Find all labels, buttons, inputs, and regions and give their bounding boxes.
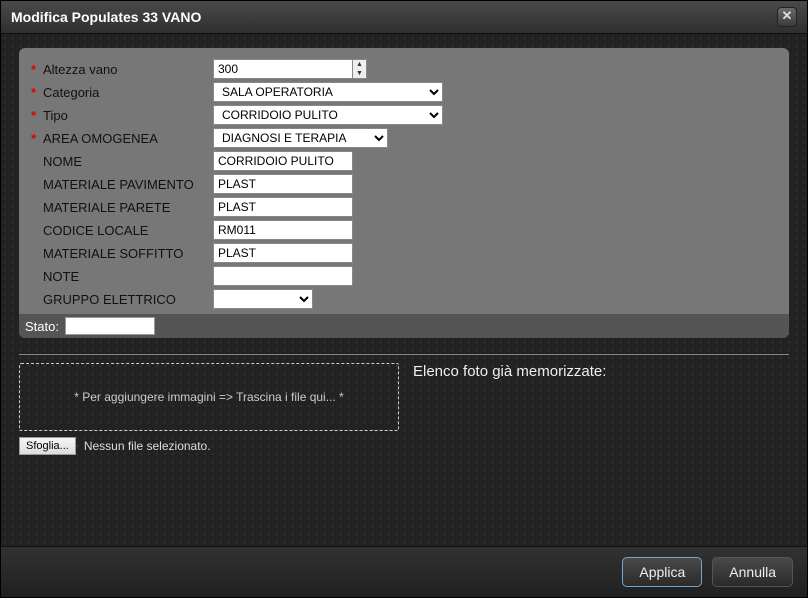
spinner-down-icon[interactable]: ▼ [353, 69, 366, 78]
photo-list: Elenco foto già memorizzate: [413, 363, 606, 455]
close-button[interactable]: ✕ [777, 7, 797, 27]
input-nome[interactable] [213, 151, 353, 171]
input-altezza[interactable] [213, 59, 353, 79]
row-codice: CODICE LOCALE [31, 219, 777, 241]
label-altezza: Altezza vano [43, 62, 213, 77]
label-mat-sof: MATERIALE SOFFITTO [43, 246, 213, 261]
select-area[interactable]: DIAGNOSI E TERAPIA [213, 128, 388, 148]
row-mat-par: MATERIALE PARETE [31, 196, 777, 218]
titlebar: Modifica Populates 33 VANO ✕ [1, 1, 807, 34]
dialog-title: Modifica Populates 33 VANO [11, 9, 201, 25]
spinner-altezza[interactable]: ▲ ▼ [353, 59, 367, 79]
required-marker: * [31, 108, 39, 123]
row-mat-pav: MATERIALE PAVIMENTO [31, 173, 777, 195]
select-tipo[interactable]: CORRIDOIO PULITO [213, 105, 443, 125]
input-stato[interactable] [65, 317, 155, 335]
cancel-button[interactable]: Annulla [712, 557, 793, 587]
input-mat-sof[interactable] [213, 243, 353, 263]
label-mat-pav: MATERIALE PAVIMENTO [43, 177, 213, 192]
dropzone[interactable]: * Per aggiungere immagini => Trascina i … [19, 363, 399, 431]
spinner-up-icon[interactable]: ▲ [353, 60, 366, 69]
select-categoria[interactable]: SALA OPERATORIA [213, 82, 443, 102]
dropzone-text: * Per aggiungere immagini => Trascina i … [74, 390, 343, 404]
label-area: AREA OMOGENEA [43, 131, 213, 146]
row-gruppo: GRUPPO ELETTRICO [31, 288, 777, 310]
dialog: Modifica Populates 33 VANO ✕ * Altezza v… [0, 0, 808, 598]
photo-list-title: Elenco foto già memorizzate: [413, 363, 606, 380]
lower-section: * Per aggiungere immagini => Trascina i … [19, 363, 789, 455]
file-row: Sfoglia... Nessun file selezionato. [19, 437, 399, 455]
form-panel: * Altezza vano ▲ ▼ * Categoria SALA OPER… [19, 48, 789, 338]
close-icon: ✕ [782, 8, 793, 23]
required-marker: * [31, 85, 39, 100]
input-codice[interactable] [213, 220, 353, 240]
select-gruppo[interactable] [213, 289, 313, 309]
input-mat-par[interactable] [213, 197, 353, 217]
apply-button[interactable]: Applica [622, 557, 702, 587]
row-mat-sof: MATERIALE SOFFITTO [31, 242, 777, 264]
input-note[interactable] [213, 266, 353, 286]
label-mat-par: MATERIALE PARETE [43, 200, 213, 215]
label-gruppo: GRUPPO ELETTRICO [43, 292, 213, 307]
row-stato: Stato: [19, 314, 789, 338]
row-nome: NOME [31, 150, 777, 172]
browse-button[interactable]: Sfoglia... [19, 437, 76, 455]
divider [19, 354, 789, 355]
row-area: * AREA OMOGENEA DIAGNOSI E TERAPIA [31, 127, 777, 149]
dialog-content: * Altezza vano ▲ ▼ * Categoria SALA OPER… [1, 34, 807, 546]
row-note: NOTE [31, 265, 777, 287]
label-nome: NOME [43, 154, 213, 169]
required-marker: * [31, 131, 39, 146]
dialog-footer: Applica Annulla [1, 546, 807, 597]
label-stato: Stato: [25, 319, 59, 334]
label-note: NOTE [43, 269, 213, 284]
row-tipo: * Tipo CORRIDOIO PULITO [31, 104, 777, 126]
no-file-text: Nessun file selezionato. [84, 439, 211, 453]
label-tipo: Tipo [43, 108, 213, 123]
label-codice: CODICE LOCALE [43, 223, 213, 238]
row-altezza: * Altezza vano ▲ ▼ [31, 58, 777, 80]
required-marker: * [31, 62, 39, 77]
input-mat-pav[interactable] [213, 174, 353, 194]
row-categoria: * Categoria SALA OPERATORIA [31, 81, 777, 103]
label-categoria: Categoria [43, 85, 213, 100]
dropzone-wrap: * Per aggiungere immagini => Trascina i … [19, 363, 399, 455]
